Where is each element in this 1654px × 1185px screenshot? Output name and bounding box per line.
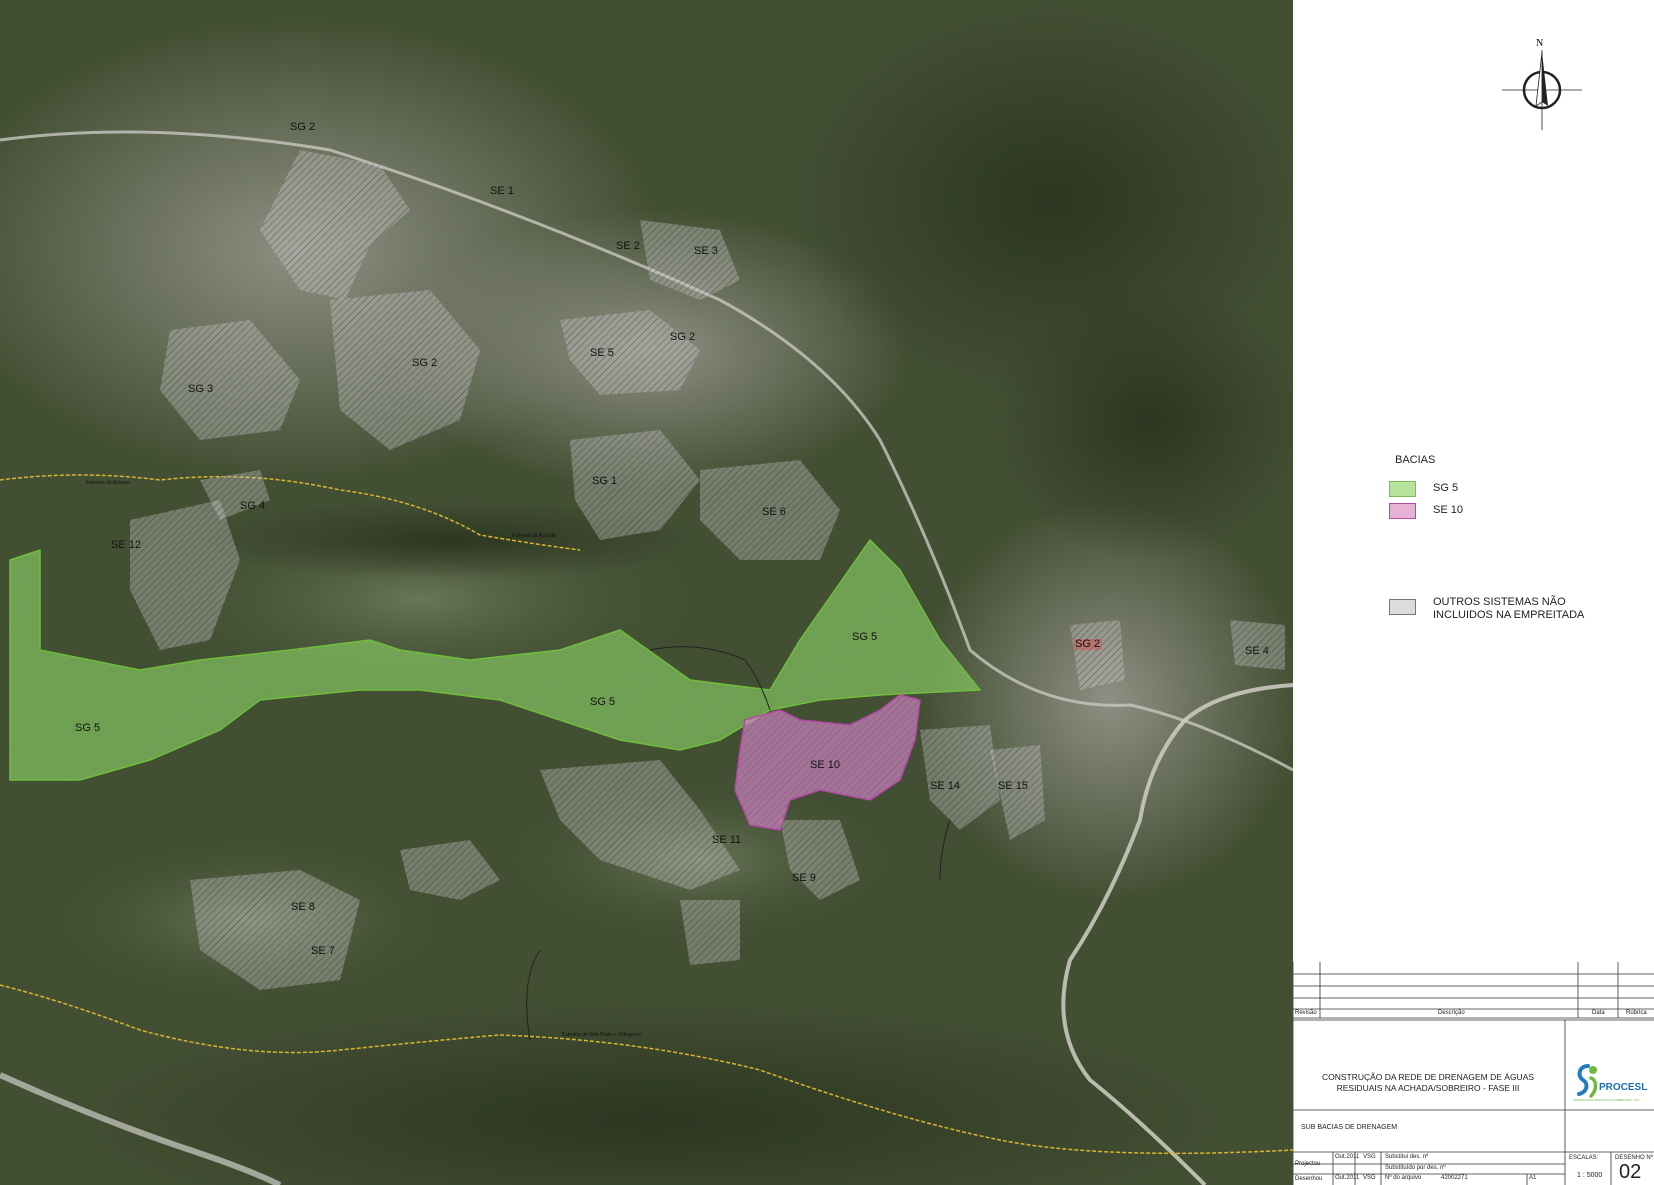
legend-swatch-other <box>1389 599 1416 615</box>
row-field: Substituído por des. nº <box>1385 1165 1446 1171</box>
row-role: Desenhou <box>1295 1176 1323 1182</box>
file-number: 42002271 <box>1441 1175 1468 1181</box>
rev-header-data: Data <box>1592 1010 1605 1016</box>
map-label: SE 1 <box>490 185 514 197</box>
row-who: VSG <box>1363 1154 1376 1160</box>
map-label: SG 2 <box>412 357 438 369</box>
map-label: SG 5 <box>852 631 878 643</box>
map-label: SG 1 <box>592 475 618 487</box>
map-label: SG 3 <box>188 383 214 395</box>
company-logo: PROCESL ENGENHARIA HIDRÁULICA E AMBIENTA… <box>1573 1062 1649 1108</box>
north-arrow: N <box>1500 38 1584 132</box>
map-label: SE 11 <box>712 834 742 846</box>
map-label: SG 5 <box>590 696 616 708</box>
map-label: SE 9 <box>792 872 816 884</box>
map-label: SG 5 <box>75 722 101 734</box>
boundary-label: Estremo da Achada <box>86 480 130 486</box>
project-title: CONSTRUÇÃO DA REDE DE DRENAGEM DE ÁGUAS … <box>1321 1072 1535 1093</box>
map-label: SE 3 <box>694 245 718 257</box>
map-label: SE 6 <box>762 506 786 518</box>
scale-label: ESCALAS: <box>1569 1155 1599 1161</box>
legend-label: OUTROS SISTEMAS NÃO INCLUIDOS NA EMPREIT… <box>1433 596 1585 621</box>
map-label: SE 14 <box>930 780 960 792</box>
map-label: SE 2 <box>616 240 640 252</box>
map-label: SE 8 <box>291 901 315 913</box>
compass-icon <box>1502 50 1582 130</box>
row-field: Nº do arquivo <box>1385 1175 1422 1181</box>
map-label: SE 15 <box>998 780 1028 792</box>
map-label: SG 2 <box>1073 638 1103 650</box>
scale-value: 1 : 5000 <box>1577 1172 1603 1179</box>
sheet-format: A1 <box>1529 1175 1537 1181</box>
row-who: VSG <box>1363 1175 1376 1181</box>
map-label: SG 2 <box>670 331 696 343</box>
map-label: SG 4 <box>240 500 266 512</box>
aerial-map[interactable]: SG 2 SE 1 SE 2 SE 3 SE 5 SG 2 SG 2 SG 3 … <box>0 0 1293 1185</box>
legend-swatch-sg5 <box>1389 481 1416 497</box>
row-field: Substitui des. nº <box>1385 1154 1429 1160</box>
row-role: Projectou <box>1295 1161 1321 1167</box>
map-label: SE 7 <box>311 945 335 957</box>
title-block: Revisão Descrição Data Rúbrica CONSTRUÇÃ… <box>1293 962 1654 1185</box>
row-date: Out.2011 <box>1335 1154 1360 1160</box>
legend-label: SG 5 <box>1433 482 1459 494</box>
rev-header-revisao: Revisão <box>1295 1010 1317 1016</box>
drawing-number: 02 <box>1619 1161 1642 1183</box>
legend-swatch-se10 <box>1389 503 1416 519</box>
map-label: SE 10 <box>810 759 840 771</box>
company-name: PROCESL <box>1599 1082 1648 1093</box>
row-date: Out.2011 <box>1335 1175 1360 1181</box>
boundary-label: Estremo da Achada <box>512 533 556 539</box>
map-canvas <box>0 0 1293 1185</box>
boundary-label: Estremo de Vale Pisão e Videgosos <box>562 1032 642 1038</box>
legend-title: BACIAS <box>1395 454 1436 466</box>
legend-label: SE 10 <box>1433 504 1463 516</box>
drawing-title: SUB BACIAS DE DRENAGEM <box>1301 1124 1398 1131</box>
rev-header-rubrica: Rúbrica <box>1626 1010 1647 1016</box>
map-label: SE 12 <box>111 539 141 551</box>
company-subtitle: ENGENHARIA HIDRÁULICA E AMBIENTAL, LDA <box>1573 1098 1640 1102</box>
map-label: SE 4 <box>1245 645 1269 657</box>
map-label: SG 2 <box>290 121 316 133</box>
map-label: SE 5 <box>590 347 614 359</box>
rev-header-descricao: Descrição <box>1438 1010 1465 1016</box>
